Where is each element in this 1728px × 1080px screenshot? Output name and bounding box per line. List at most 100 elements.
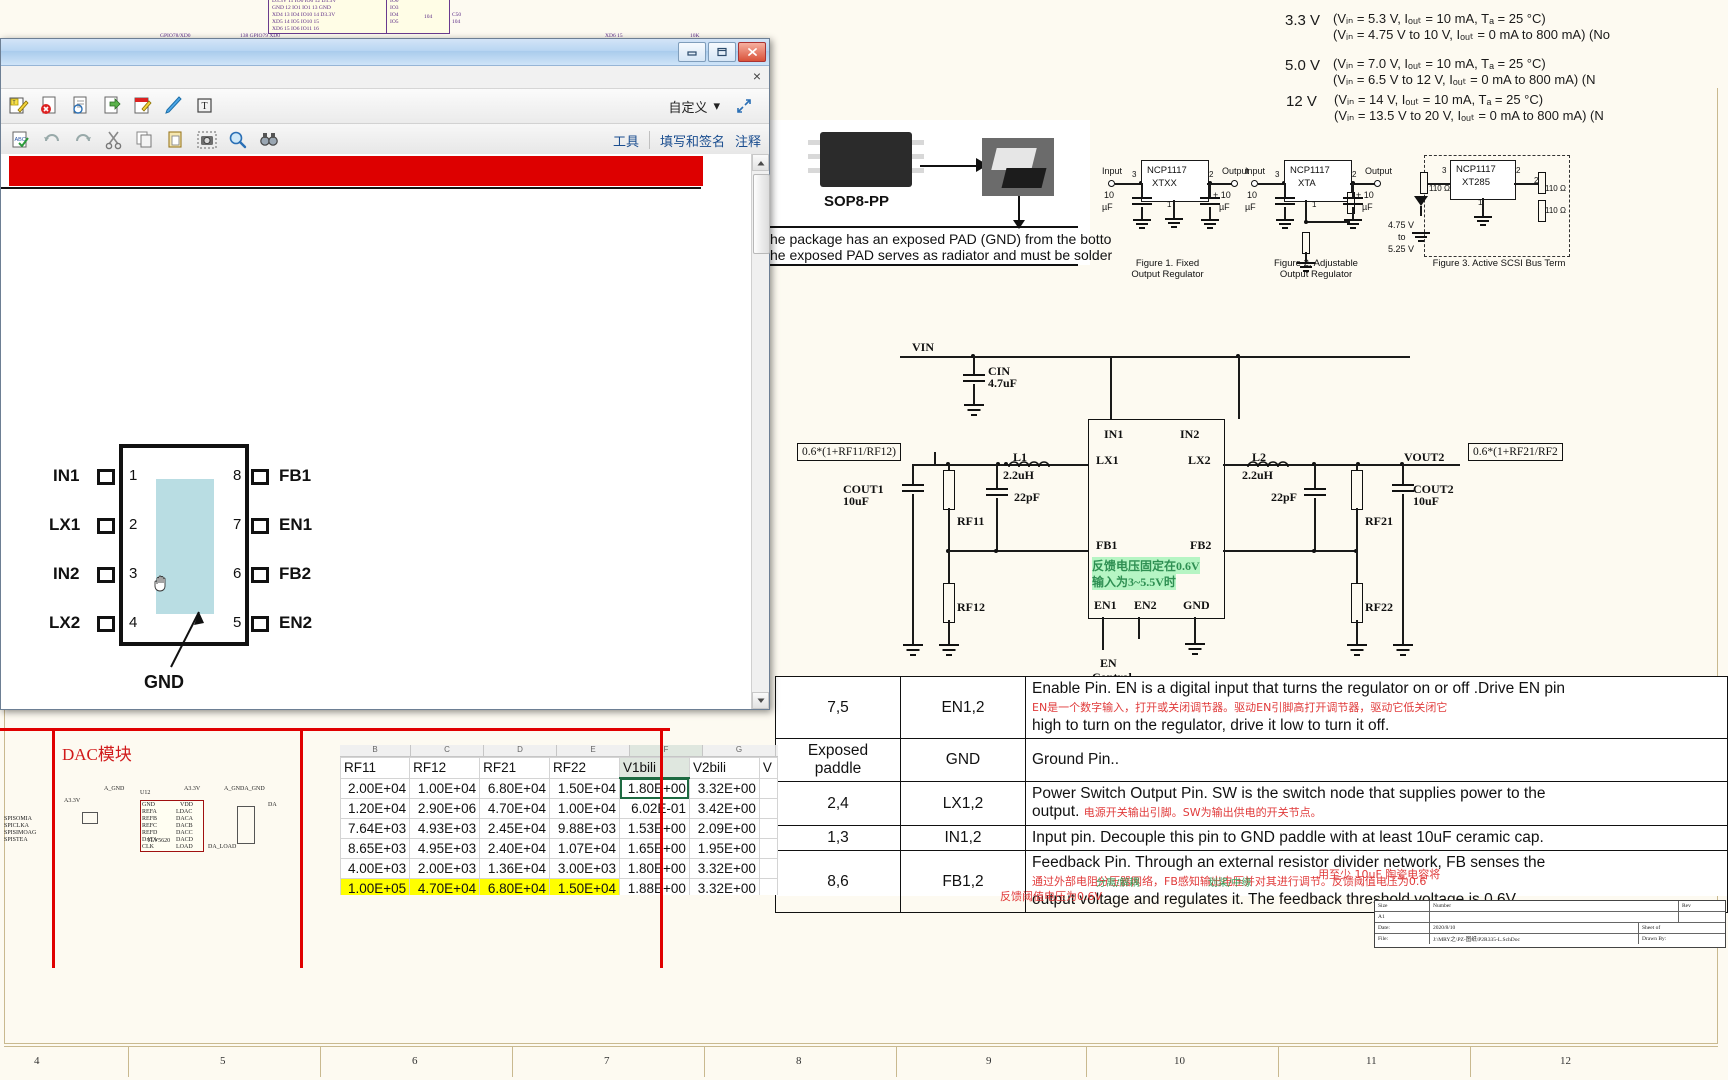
label-rf21: RF21 bbox=[1365, 514, 1393, 528]
excel-cell[interactable]: 6.80E+04 bbox=[479, 777, 551, 799]
zoom-icon[interactable] bbox=[224, 127, 252, 153]
comment-menu[interactable]: 注释 bbox=[735, 131, 761, 150]
tools-menu[interactable]: 工具 bbox=[613, 131, 639, 150]
excel-cell[interactable]: 3.32E+00 bbox=[688, 878, 760, 895]
copy-icon[interactable] bbox=[131, 127, 159, 153]
excel-spreadsheet[interactable]: B C D E F G RF11 RF12 RF21 RF22 V1bili V… bbox=[340, 745, 778, 895]
excel-cell[interactable]: 4.95E+03 bbox=[409, 838, 481, 859]
excel-cell[interactable]: 2.00E+04 bbox=[340, 777, 411, 799]
desc-zh: EN是一个数字输入，打开或关闭调节器。驱动EN引脚高打开调节器，驱动它低关闭它 bbox=[1032, 701, 1448, 714]
excel-cell[interactable]: 6.02E-01 bbox=[619, 798, 690, 819]
tab-close-icon[interactable]: × bbox=[753, 68, 761, 84]
excel-header-rf11[interactable]: RF11 bbox=[340, 757, 411, 779]
customize-dropdown[interactable]: 自定义 ▾ bbox=[668, 97, 720, 116]
excel-cell[interactable]: 1.07E+04 bbox=[549, 838, 620, 859]
page-copy-icon[interactable] bbox=[67, 93, 95, 119]
excel-cell[interactable]: 2.00E+03 bbox=[409, 858, 481, 879]
note-edit-icon[interactable]: T bbox=[5, 93, 33, 119]
excel-cell[interactable]: 1.50E+04 bbox=[549, 878, 620, 895]
excel-cell[interactable]: 1.53E+00 bbox=[619, 818, 690, 839]
find-icon[interactable] bbox=[255, 127, 283, 153]
col-letter-g[interactable]: G bbox=[703, 745, 776, 756]
label-l1-val: 2.2uH bbox=[1003, 468, 1035, 482]
page-export-icon[interactable] bbox=[98, 93, 126, 119]
excel-cell[interactable]: 6.80E+04 bbox=[479, 878, 551, 895]
excel-header-v1bili[interactable]: V1bili bbox=[619, 757, 690, 779]
pencil-icon[interactable] bbox=[160, 93, 188, 119]
excel-cell[interactable]: 2.90E+06 bbox=[409, 798, 481, 819]
excel-header-rf21[interactable]: RF21 bbox=[479, 757, 551, 779]
spellcheck-icon[interactable]: ABC bbox=[7, 127, 35, 153]
spec-voltage-1: 5.0 V bbox=[1285, 57, 1321, 74]
text-box-icon[interactable]: T bbox=[191, 93, 219, 119]
excel-cell[interactable] bbox=[758, 777, 778, 799]
ruler-num-8: 8 bbox=[796, 1055, 802, 1067]
col-letter-f[interactable]: F bbox=[630, 745, 703, 756]
excel-cell[interactable]: 3.42E+00 bbox=[688, 798, 760, 819]
excel-cell[interactable] bbox=[758, 838, 778, 859]
excel-cell[interactable]: 1.65E+00 bbox=[619, 838, 690, 859]
excel-cell[interactable]: 1.36E+04 bbox=[479, 858, 551, 879]
comment-icon[interactable] bbox=[129, 93, 157, 119]
pdf-page-canvas[interactable]: IN1 1 LX1 2 IN2 3 LX2 4 FB1 8 EN1 7 FB2 … bbox=[1, 154, 769, 709]
excel-cell[interactable]: 4.00E+03 bbox=[340, 858, 411, 879]
excel-cell[interactable]: 2.09E+00 bbox=[688, 818, 760, 839]
excel-header-v2bili[interactable]: V2bili bbox=[688, 757, 760, 779]
col-letter-e[interactable]: E bbox=[557, 745, 630, 756]
excel-cell[interactable]: 3.00E+03 bbox=[549, 858, 620, 879]
window-titlebar[interactable] bbox=[1, 39, 769, 66]
excel-cell[interactable] bbox=[758, 818, 778, 839]
pin-description-table: 7,5 EN1,2 Enable Pin. EN is a digital in… bbox=[775, 676, 1728, 913]
excel-cell[interactable]: 7.64E+03 bbox=[340, 818, 411, 839]
excel-cell[interactable] bbox=[758, 878, 778, 895]
excel-cell[interactable]: 1.50E+04 bbox=[549, 777, 620, 799]
excel-cell[interactable]: 1.00E+04 bbox=[409, 777, 481, 799]
excel-cell[interactable]: 1.00E+04 bbox=[549, 798, 620, 819]
fig3-range-3: 5.25 V bbox=[1388, 244, 1415, 254]
excel-cell[interactable] bbox=[758, 798, 778, 819]
ic-pin-in1: IN1 bbox=[1104, 427, 1124, 441]
cell-desc: Enable Pin. EN is a digital input that t… bbox=[1025, 676, 1728, 739]
pdf-reader-window[interactable]: × T T 自定义 ▾ ABC 工具 填写和签名 注释 IN1 1 LX1 2 … bbox=[0, 38, 770, 710]
redo-icon[interactable] bbox=[69, 127, 97, 153]
excel-cell[interactable]: 1.00E+05 bbox=[340, 878, 411, 895]
snapshot-icon[interactable] bbox=[193, 127, 221, 153]
scroll-up-button[interactable] bbox=[752, 154, 769, 171]
expand-toolbar-icon[interactable] bbox=[730, 93, 758, 119]
excel-cell[interactable]: 3.32E+00 bbox=[688, 858, 760, 879]
cut-icon[interactable] bbox=[100, 127, 128, 153]
excel-cell-selected[interactable]: 1.80E+00 bbox=[619, 777, 690, 799]
excel-cell[interactable]: 1.95E+00 bbox=[688, 838, 760, 859]
excel-header-rf12[interactable]: RF12 bbox=[409, 757, 481, 779]
scrollbar-thumb[interactable] bbox=[753, 174, 770, 254]
excel-cell[interactable]: 2.40E+04 bbox=[479, 838, 551, 859]
col-letter-b[interactable]: B bbox=[340, 745, 411, 756]
excel-cell[interactable]: 4.93E+03 bbox=[409, 818, 481, 839]
excel-cell[interactable]: 8.65E+03 bbox=[340, 838, 411, 859]
maximize-button[interactable] bbox=[708, 42, 736, 62]
col-letter-d[interactable]: D bbox=[484, 745, 557, 756]
scroll-down-button[interactable] bbox=[752, 692, 769, 709]
excel-cell[interactable]: 2.45E+04 bbox=[479, 818, 551, 839]
excel-cell[interactable]: 4.70E+04 bbox=[479, 798, 551, 819]
excel-cell[interactable]: 4.70E+04 bbox=[409, 878, 481, 895]
close-button[interactable] bbox=[738, 42, 766, 62]
fill-sign-menu[interactable]: 填写和签名 bbox=[660, 131, 725, 150]
excel-cell[interactable]: 1.20E+04 bbox=[340, 798, 411, 819]
ruler-num-9: 9 bbox=[986, 1055, 992, 1067]
undo-icon[interactable] bbox=[38, 127, 66, 153]
col-letter-c[interactable]: C bbox=[411, 745, 484, 756]
excel-cell[interactable]: 3.32E+00 bbox=[688, 777, 760, 799]
paste-icon[interactable] bbox=[162, 127, 190, 153]
minimize-button[interactable] bbox=[678, 42, 706, 62]
excel-cell[interactable]: 1.80E+00 bbox=[619, 858, 690, 879]
excel-cell[interactable]: 9.88E+03 bbox=[549, 818, 620, 839]
vertical-scrollbar[interactable] bbox=[751, 154, 770, 709]
dac-ic-pin-refb: REFB bbox=[142, 816, 158, 822]
fig2-caption-line2: Output Regulator bbox=[1279, 269, 1353, 280]
excel-header-rf22[interactable]: RF22 bbox=[549, 757, 620, 779]
delete-page-icon[interactable] bbox=[36, 93, 64, 119]
excel-cell[interactable]: 1.88E+00 bbox=[619, 878, 690, 895]
excel-header-v[interactable]: V bbox=[758, 757, 778, 779]
excel-cell[interactable] bbox=[758, 858, 778, 879]
